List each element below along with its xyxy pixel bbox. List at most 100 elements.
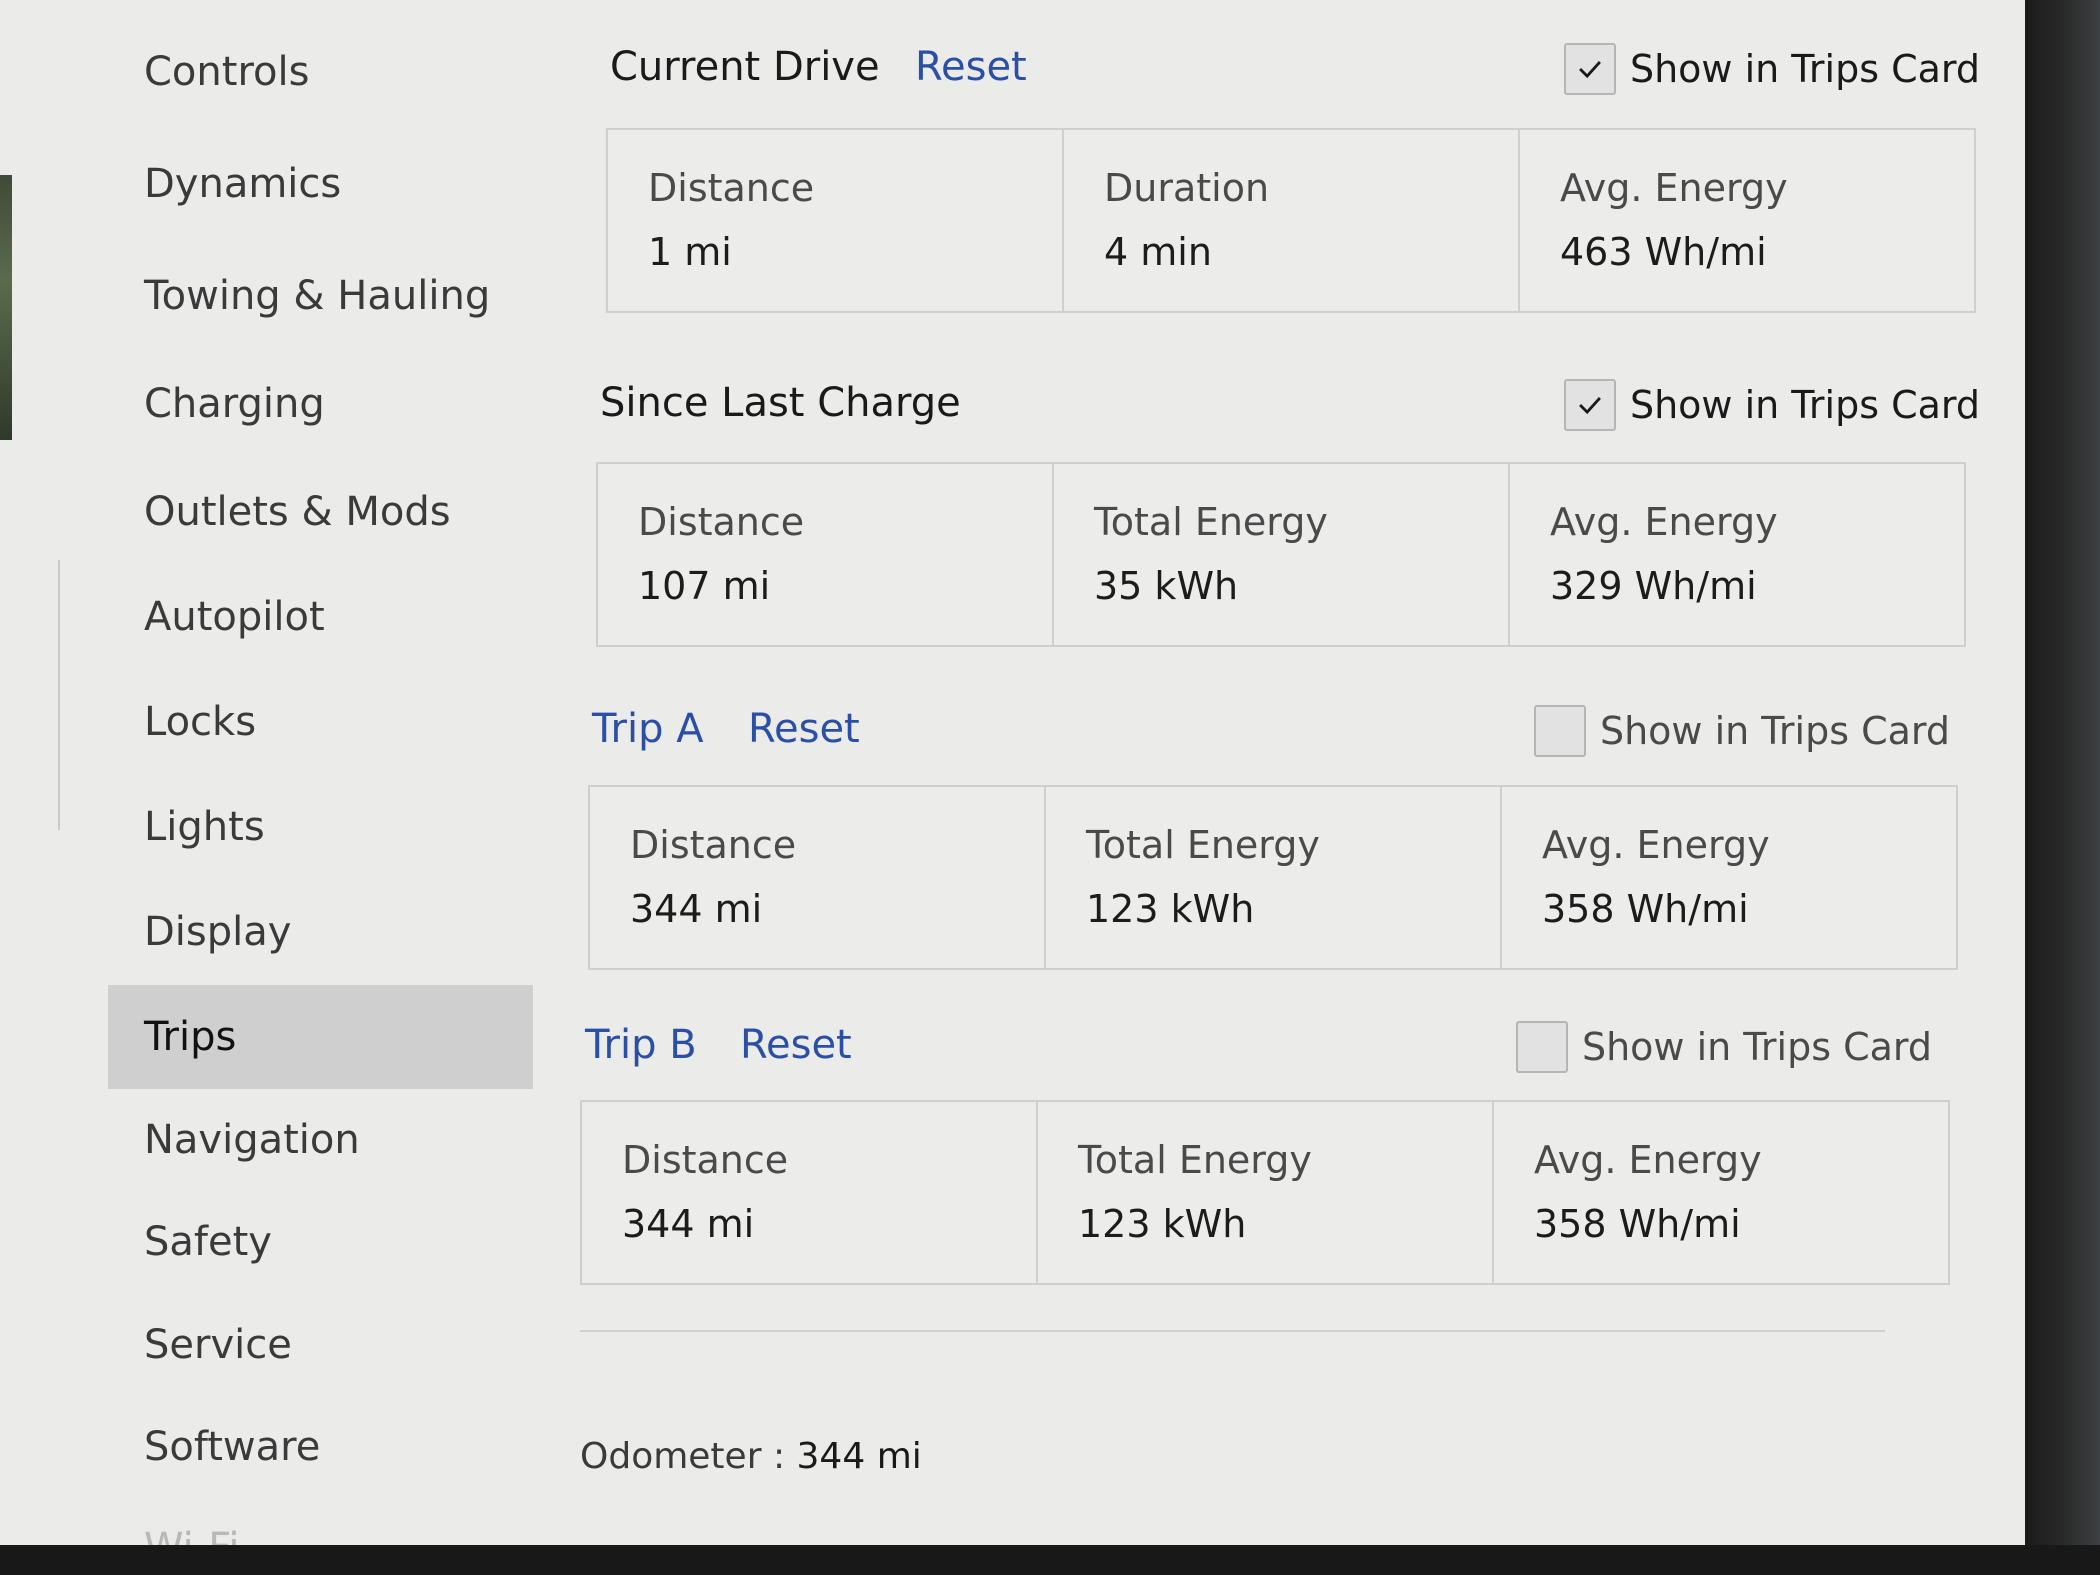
sidebar-scroll-indicator <box>58 560 60 830</box>
checkbox-checked[interactable] <box>1563 43 1616 95</box>
checkbox-unchecked[interactable] <box>1533 705 1586 757</box>
sidebar-item-outlets-mods[interactable]: Outlets & Mods <box>108 460 533 564</box>
stat-label: Total Energy <box>1086 823 1320 867</box>
sidebar-item-navigation[interactable]: Navigation <box>108 1088 533 1192</box>
sidebar-item-controls[interactable]: Controls <box>108 20 533 124</box>
stat-value: 35 kWh <box>1094 564 1239 608</box>
trip-a-stats-card: Distance 344 mi Total Energy 123 kWh Avg… <box>588 785 1958 970</box>
sidebar-item-label: Locks <box>144 699 257 745</box>
checkbox-unchecked[interactable] <box>1515 1021 1568 1073</box>
sidebar-item-label: Towing & Hauling <box>144 273 491 319</box>
stat-label: Avg. Energy <box>1550 500 1778 544</box>
sidebar-item-label: Navigation <box>144 1117 360 1163</box>
stat-label: Avg. Energy <box>1534 1138 1762 1182</box>
sidebar-item-label: Safety <box>144 1219 272 1265</box>
sidebar-item-label: Service <box>144 1322 292 1368</box>
since-last-charge-header: Since Last Charge Show in Trips Card <box>580 370 1980 440</box>
section-divider <box>580 1330 1885 1332</box>
since-last-charge-show-toggle[interactable]: Show in Trips Card <box>1563 370 1980 440</box>
stat-value: 107 mi <box>638 564 771 608</box>
odometer-readout: Odometer : 344 mi <box>580 1436 922 1477</box>
stat-label: Avg. Energy <box>1542 823 1770 867</box>
sidebar-item-label: Dynamics <box>144 161 342 207</box>
sidebar-item-display[interactable]: Display <box>108 880 533 984</box>
show-in-trips-card-label: Show in Trips Card <box>1599 709 1950 753</box>
since-last-charge-stats-card: Distance 107 mi Total Energy 35 kWh Avg.… <box>596 462 1966 647</box>
sidebar-item-software[interactable]: Software <box>108 1395 533 1499</box>
current-drive-stats-card: Distance 1 mi Duration 4 min Avg. Energy… <box>606 128 1976 313</box>
display-bezel-right <box>2025 0 2100 1575</box>
trip-a-header: Trip A Reset Show in Trips Card <box>580 696 1980 766</box>
stat-label: Duration <box>1104 166 1270 210</box>
odometer-value: 344 mi <box>796 1436 922 1477</box>
stat-distance: Distance 107 mi <box>598 464 1054 645</box>
stat-value: 344 mi <box>622 1202 755 1246</box>
stat-total-energy: Total Energy 35 kWh <box>1054 464 1510 645</box>
stat-label: Distance <box>648 166 815 210</box>
sidebar-item-label: Autopilot <box>144 594 325 640</box>
stat-total-energy: Total Energy 123 kWh <box>1038 1102 1494 1283</box>
settings-sidebar: Controls Dynamics Towing & Hauling Charg… <box>108 0 533 1545</box>
stat-label: Distance <box>630 823 797 867</box>
trip-b-show-toggle[interactable]: Show in Trips Card <box>1515 1012 1932 1082</box>
stat-label: Distance <box>638 500 805 544</box>
trip-b-header: Trip B Reset Show in Trips Card <box>580 1012 1980 1082</box>
sidebar-item-charging[interactable]: Charging <box>108 352 533 456</box>
sidebar-item-towing-hauling[interactable]: Towing & Hauling <box>108 244 533 348</box>
stat-label: Avg. Energy <box>1560 166 1788 210</box>
stat-avg-energy: Avg. Energy 463 Wh/mi <box>1520 130 1974 311</box>
since-last-charge-title: Since Last Charge <box>600 380 961 426</box>
sidebar-item-safety[interactable]: Safety <box>108 1190 533 1294</box>
checkmark-icon <box>1579 60 1601 79</box>
current-drive-title: Current Drive <box>610 44 880 90</box>
stat-value: 344 mi <box>630 887 763 931</box>
sidebar-item-label: Display <box>144 909 292 955</box>
show-in-trips-card-label: Show in Trips Card <box>1629 383 1980 427</box>
current-drive-show-toggle[interactable]: Show in Trips Card <box>1563 34 1980 104</box>
sidebar-item-service[interactable]: Service <box>108 1293 533 1397</box>
sidebar-item-label: Controls <box>144 49 310 95</box>
sidebar-item-label: Charging <box>144 381 325 427</box>
stat-avg-energy: Avg. Energy 358 Wh/mi <box>1502 787 1956 968</box>
sidebar-item-dynamics[interactable]: Dynamics <box>108 132 533 236</box>
current-drive-header: Current Drive Reset Show in Trips Card <box>580 34 1980 104</box>
stat-value: 4 min <box>1104 230 1212 274</box>
stat-value: 358 Wh/mi <box>1534 1202 1741 1246</box>
stat-distance: Distance 1 mi <box>608 130 1064 311</box>
sidebar-item-wifi[interactable]: Wi-Fi <box>108 1496 533 1545</box>
show-in-trips-card-label: Show in Trips Card <box>1629 47 1980 91</box>
stat-value: 329 Wh/mi <box>1550 564 1757 608</box>
sidebar-item-trips[interactable]: Trips <box>108 985 533 1089</box>
trip-b-reset-button[interactable]: Reset <box>740 1022 852 1068</box>
sidebar-item-label: Lights <box>144 804 265 850</box>
stat-label: Total Energy <box>1094 500 1328 544</box>
stat-value: 1 mi <box>648 230 732 274</box>
stat-value: 358 Wh/mi <box>1542 887 1749 931</box>
display-bezel-bottom <box>0 1545 2100 1575</box>
sidebar-item-label: Outlets & Mods <box>144 489 451 535</box>
trips-settings-screen: Controls Dynamics Towing & Hauling Charg… <box>0 0 2025 1545</box>
stat-value: 463 Wh/mi <box>1560 230 1767 274</box>
sidebar-item-autopilot[interactable]: Autopilot <box>108 565 533 669</box>
stat-label: Total Energy <box>1078 1138 1312 1182</box>
stat-value: 123 kWh <box>1086 887 1255 931</box>
sidebar-item-label: Trips <box>144 1014 237 1060</box>
trip-a-reset-button[interactable]: Reset <box>748 706 860 752</box>
trip-b-stats-card: Distance 344 mi Total Energy 123 kWh Avg… <box>580 1100 1950 1285</box>
trip-a-title[interactable]: Trip A <box>592 706 704 752</box>
show-in-trips-card-label: Show in Trips Card <box>1581 1025 1932 1069</box>
stat-value: 123 kWh <box>1078 1202 1247 1246</box>
sidebar-item-lights[interactable]: Lights <box>108 775 533 879</box>
stat-avg-energy: Avg. Energy 358 Wh/mi <box>1494 1102 1948 1283</box>
checkmark-icon <box>1579 396 1601 415</box>
current-drive-reset-button[interactable]: Reset <box>915 44 1027 90</box>
odometer-label: Odometer : <box>580 1436 786 1477</box>
sidebar-item-label: Wi-Fi <box>144 1525 239 1545</box>
sidebar-item-locks[interactable]: Locks <box>108 670 533 774</box>
stat-label: Distance <box>622 1138 789 1182</box>
trip-a-show-toggle[interactable]: Show in Trips Card <box>1533 696 1950 766</box>
checkbox-checked[interactable] <box>1563 379 1616 431</box>
trip-b-title[interactable]: Trip B <box>585 1022 697 1068</box>
sidebar-item-label: Software <box>144 1424 321 1470</box>
stat-distance: Distance 344 mi <box>582 1102 1038 1283</box>
